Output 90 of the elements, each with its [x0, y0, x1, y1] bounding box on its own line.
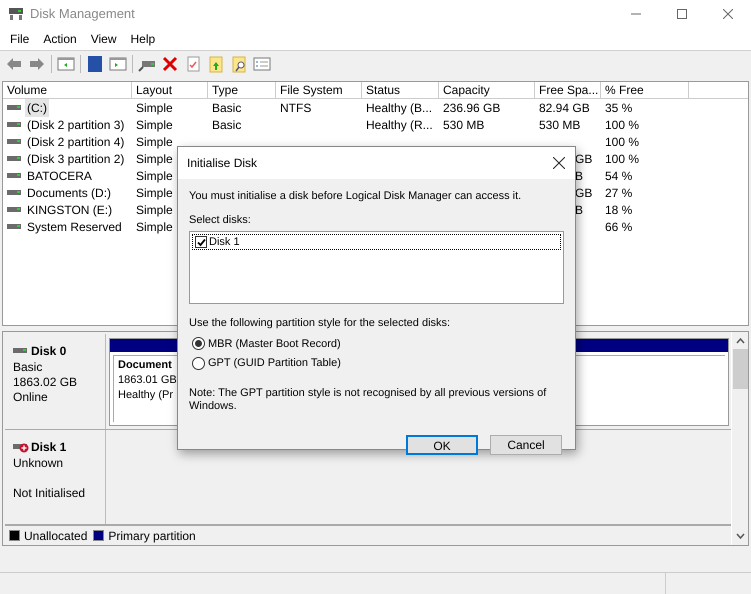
properties-button[interactable]: [253, 55, 271, 73]
table-cell-text: B: [575, 202, 584, 218]
table-cell-text: Simple: [136, 150, 173, 168]
table-cell-text: GB: [575, 184, 592, 202]
menu-item[interactable]: Action: [36, 30, 84, 48]
table-cell-text: NTFS: [280, 100, 312, 116]
table-cell[interactable]: (Disk 3 partition 2): [25, 150, 126, 168]
table-cell-text: Healthy (R...: [366, 116, 433, 134]
table-cell-text: 530 MB: [443, 116, 484, 134]
table-cell-text: Simple: [136, 202, 173, 218]
partition-style-label: Use the following partition style for the selected disks:: [189, 316, 452, 331]
app-icon: [8, 7, 24, 21]
partition-name: Document: [118, 358, 172, 373]
column-header[interactable]: Status: [362, 82, 439, 99]
table-cell-text: 54 %: [605, 168, 632, 184]
scrollbar[interactable]: [731, 332, 748, 545]
radio-button[interactable]: [192, 337, 205, 350]
table-cell-text: 100 %: [605, 150, 640, 168]
maximize-icon[interactable]: [677, 9, 687, 19]
select-disks-label: Select disks:: [189, 212, 252, 228]
table-cell-text: 18 %: [605, 202, 632, 218]
partition-status: Healthy (Pr: [118, 388, 174, 403]
table-cell-text: 100 %: [605, 116, 640, 134]
menu-item[interactable]: File: [3, 30, 36, 48]
close-icon[interactable]: [553, 157, 565, 169]
disk-error-icon: [13, 440, 29, 453]
console-tree-button[interactable]: [57, 55, 75, 73]
column-header[interactable]: Free Spa...: [535, 82, 601, 99]
table-cell-text: 35 %: [605, 100, 632, 116]
dialog-message: You must initialise a disk before Logical Disk Manager can access it.: [189, 189, 522, 204]
column-header[interactable]: % Free: [601, 82, 689, 99]
legend-label: Primary partition: [108, 528, 196, 545]
table-cell-text: 236.96 GB: [443, 100, 500, 116]
disk-name: Disk 0: [31, 343, 66, 360]
table-cell[interactable]: System Reserved: [25, 218, 124, 236]
disk-info: Online: [13, 390, 49, 405]
radio-button[interactable]: [192, 356, 205, 370]
column-header[interactable]: File System: [276, 82, 362, 99]
radio-label[interactable]: GPT (GUID Partition Table): [208, 355, 341, 372]
disk-list-item[interactable]: Disk 1: [192, 234, 561, 250]
legend-label: Unallocated: [24, 528, 88, 545]
cancel-button[interactable]: Cancel: [490, 434, 562, 454]
table-cell-text: Basic: [212, 100, 242, 116]
scroll-down-icon[interactable]: [736, 533, 744, 539]
checkbox[interactable]: [195, 236, 207, 248]
ok-button[interactable]: OK: [406, 434, 478, 454]
table-cell-text: 82.94 GB: [539, 100, 590, 116]
delete-button[interactable]: [161, 55, 179, 73]
table-cell-text: 66 %: [605, 218, 632, 236]
column-header[interactable]: Capacity: [439, 82, 535, 99]
scroll-up-icon[interactable]: [736, 338, 744, 344]
table-cell[interactable]: BATOCERA: [25, 166, 94, 184]
table-cell[interactable]: (C:): [25, 98, 49, 116]
table-cell-text: Simple: [136, 100, 173, 116]
table-cell-text: Simple: [136, 168, 173, 184]
disk-info: 1863.02 GB: [13, 375, 78, 390]
table-cell[interactable]: (Disk 2 partition 4): [25, 132, 126, 150]
table-cell-text: 27 %: [605, 184, 632, 202]
table-cell-text: Basic: [212, 116, 242, 134]
disk-info: Unknown: [13, 456, 64, 471]
disk-info: Basic: [13, 360, 44, 375]
dialog-title: Initialise Disk: [187, 155, 258, 172]
table-cell-text: Simple: [136, 218, 173, 236]
scrollbar-thumb[interactable]: [732, 349, 748, 389]
table-cell[interactable]: (Disk 2 partition 3): [25, 116, 126, 134]
disk-list[interactable]: Disk 1: [189, 231, 564, 304]
table-cell-text: Simple: [136, 134, 173, 150]
dialog-note: Note: The GPT partition style is not recognised by all previous versions of Windows.: [189, 386, 548, 412]
column-header[interactable]: Type: [208, 82, 276, 99]
table-cell-text: Healthy (B...: [366, 100, 432, 116]
folder-search-button[interactable]: [230, 55, 248, 73]
folder-up-button[interactable]: [207, 55, 225, 73]
column-header[interactable]: Layout: [132, 82, 208, 99]
forward-button[interactable]: [28, 55, 46, 73]
menu-item[interactable]: View: [84, 30, 124, 48]
table-cell-text: Simple: [136, 184, 173, 202]
table-cell[interactable]: Documents (D:): [25, 184, 114, 202]
table-cell-text: Simple: [136, 116, 173, 134]
window-title: Disk Management: [30, 5, 135, 24]
radio-label[interactable]: MBR (Master Boot Record): [208, 336, 341, 352]
table-cell-text: GB: [575, 150, 592, 168]
partition-size: 1863.01 GB: [118, 373, 177, 388]
action-pane-button[interactable]: [109, 55, 127, 73]
table-cell[interactable]: KINGSTON (E:): [25, 200, 114, 218]
table-cell-text: B: [575, 168, 584, 184]
table-cell-text: 530 MB: [539, 116, 580, 134]
table-cell-text: 100 %: [605, 134, 640, 150]
menu-item[interactable]: Help: [124, 30, 162, 48]
disk-name: Disk 1: [31, 438, 66, 456]
disk-info: Not Initialised: [13, 486, 86, 501]
